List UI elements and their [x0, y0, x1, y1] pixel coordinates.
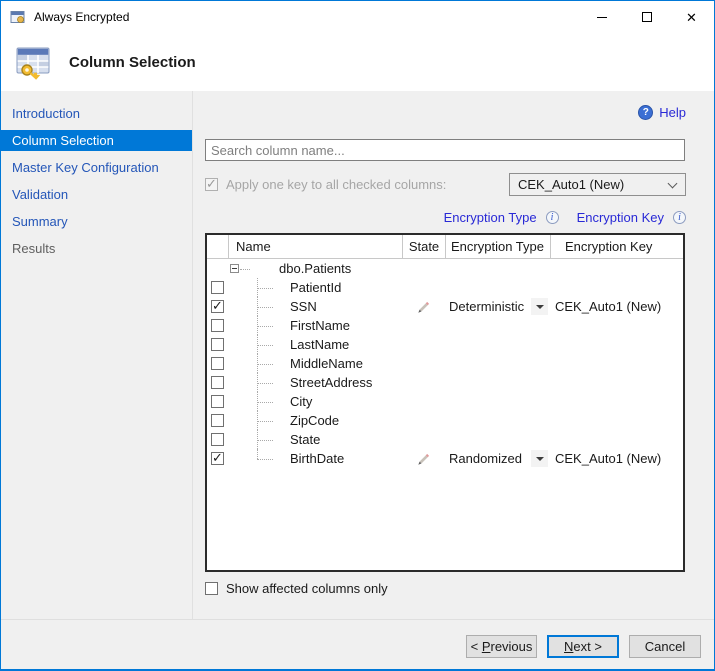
encryption-key-value[interactable]: CEK_Auto1 (New): [550, 299, 683, 314]
table-row: PatientId: [207, 278, 683, 297]
row-checkbox[interactable]: [211, 395, 224, 408]
encryption-key-link[interactable]: Encryption Key: [577, 210, 664, 225]
search-input[interactable]: [205, 139, 685, 161]
collapse-icon[interactable]: [230, 264, 239, 273]
table-row: ZipCode: [207, 411, 683, 430]
row-checkbox[interactable]: [211, 357, 224, 370]
table-group-row: dbo.Patients: [207, 259, 683, 278]
dropdown-arrow-icon: [536, 305, 544, 309]
table-row: MiddleName: [207, 354, 683, 373]
table-row: SSN Deterministic CEK_Auto1 (New): [207, 297, 683, 316]
table-row: BirthDate Randomized CEK_Auto1 (New): [207, 449, 683, 468]
column-name: ZipCode: [228, 413, 339, 428]
sidebar-item-validation[interactable]: Validation: [1, 184, 192, 205]
tree-line: [240, 269, 250, 270]
row-checkbox[interactable]: [211, 414, 224, 427]
grid-header: Name State Encryption Type Encryption Ke…: [207, 235, 683, 259]
apply-key-label: Apply one key to all checked columns:: [226, 177, 446, 192]
table-row: State: [207, 430, 683, 449]
encryption-type-info-icon[interactable]: i: [546, 211, 559, 224]
header-encryption-type: Encryption Type: [445, 235, 550, 258]
column-links-row: Encryption Type i Encryption Key i: [205, 209, 686, 226]
dropdown-arrow-icon: [536, 457, 544, 461]
cek-dropdown-value: CEK_Auto1 (New): [518, 177, 624, 192]
header-state: State: [402, 235, 445, 258]
title-bar: Always Encrypted ✕: [1, 1, 714, 33]
column-name: FirstName: [228, 318, 350, 333]
header-name: Name: [228, 235, 402, 258]
encryption-key-info-icon[interactable]: i: [673, 211, 686, 224]
show-affected-checkbox[interactable]: [205, 582, 218, 595]
close-button[interactable]: ✕: [669, 1, 714, 33]
table-row: FirstName: [207, 316, 683, 335]
row-checkbox[interactable]: [211, 319, 224, 332]
encryption-key-value[interactable]: CEK_Auto1 (New): [550, 451, 683, 466]
encryption-type-value: Randomized: [449, 451, 522, 466]
row-checkbox[interactable]: [211, 281, 224, 294]
column-name: MiddleName: [228, 356, 363, 371]
header-checkbox-column: [207, 235, 228, 258]
help-row: ? Help: [205, 103, 686, 121]
cancel-button[interactable]: Cancel: [629, 635, 701, 658]
row-checkbox[interactable]: [211, 433, 224, 446]
table-key-icon: [13, 42, 53, 82]
sidebar-item-summary[interactable]: Summary: [1, 211, 192, 232]
wizard-steps-sidebar: Introduction Column Selection Master Key…: [1, 91, 193, 619]
always-encrypted-wizard-window: Always Encrypted ✕ Column Selection Intr…: [0, 0, 715, 671]
minimize-icon: [597, 17, 607, 18]
previous-button[interactable]: < Previous: [466, 635, 537, 658]
maximize-icon: [642, 12, 652, 22]
encryption-type-dropdown[interactable]: [531, 298, 548, 315]
sidebar-item-results: Results: [1, 238, 192, 259]
chevron-down-icon: [668, 179, 678, 189]
footer: < Previous Next > Cancel: [1, 619, 714, 669]
maximize-button[interactable]: [624, 1, 669, 33]
columns-grid: Name State Encryption Type Encryption Ke…: [205, 233, 685, 572]
table-row: City: [207, 392, 683, 411]
apply-key-checkbox: [205, 178, 218, 191]
page-title: Column Selection: [69, 54, 196, 71]
show-affected-label: Show affected columns only: [226, 581, 388, 596]
header-encryption-key: Encryption Key: [550, 235, 683, 258]
column-name: BirthDate: [228, 451, 344, 466]
table-row: LastName: [207, 335, 683, 354]
sidebar-item-master-key-configuration[interactable]: Master Key Configuration: [1, 157, 192, 178]
close-icon: ✕: [686, 11, 697, 24]
show-affected-row: Show affected columns only: [205, 580, 686, 596]
encryption-type-dropdown[interactable]: [531, 450, 548, 467]
column-name: State: [228, 432, 320, 447]
row-checkbox[interactable]: [211, 452, 224, 465]
apply-key-row: Apply one key to all checked columns: CE…: [205, 173, 686, 196]
sidebar-item-introduction[interactable]: Introduction: [1, 103, 192, 124]
next-button[interactable]: Next >: [547, 635, 619, 658]
cek-dropdown[interactable]: CEK_Auto1 (New): [509, 173, 686, 196]
app-icon: [10, 9, 26, 25]
table-row: StreetAddress: [207, 373, 683, 392]
encryption-type-link[interactable]: Encryption Type: [444, 210, 537, 225]
encryption-type-value: Deterministic: [449, 299, 524, 314]
main-panel: ? Help Apply one key to all checked colu…: [193, 91, 714, 619]
row-checkbox[interactable]: [211, 338, 224, 351]
column-name: LastName: [228, 337, 349, 352]
column-name: PatientId: [228, 280, 341, 295]
help-icon: ?: [638, 105, 653, 120]
sidebar-item-column-selection[interactable]: Column Selection: [1, 130, 192, 151]
window-title: Always Encrypted: [34, 10, 129, 24]
row-checkbox[interactable]: [211, 300, 224, 313]
column-name: StreetAddress: [228, 375, 372, 390]
help-link[interactable]: Help: [659, 105, 686, 120]
minimize-button[interactable]: [579, 1, 624, 33]
page-header: Column Selection: [1, 33, 714, 91]
caption-buttons: ✕: [579, 1, 714, 33]
pencil-icon: [417, 300, 431, 314]
pencil-icon: [417, 452, 431, 466]
row-checkbox[interactable]: [211, 376, 224, 389]
